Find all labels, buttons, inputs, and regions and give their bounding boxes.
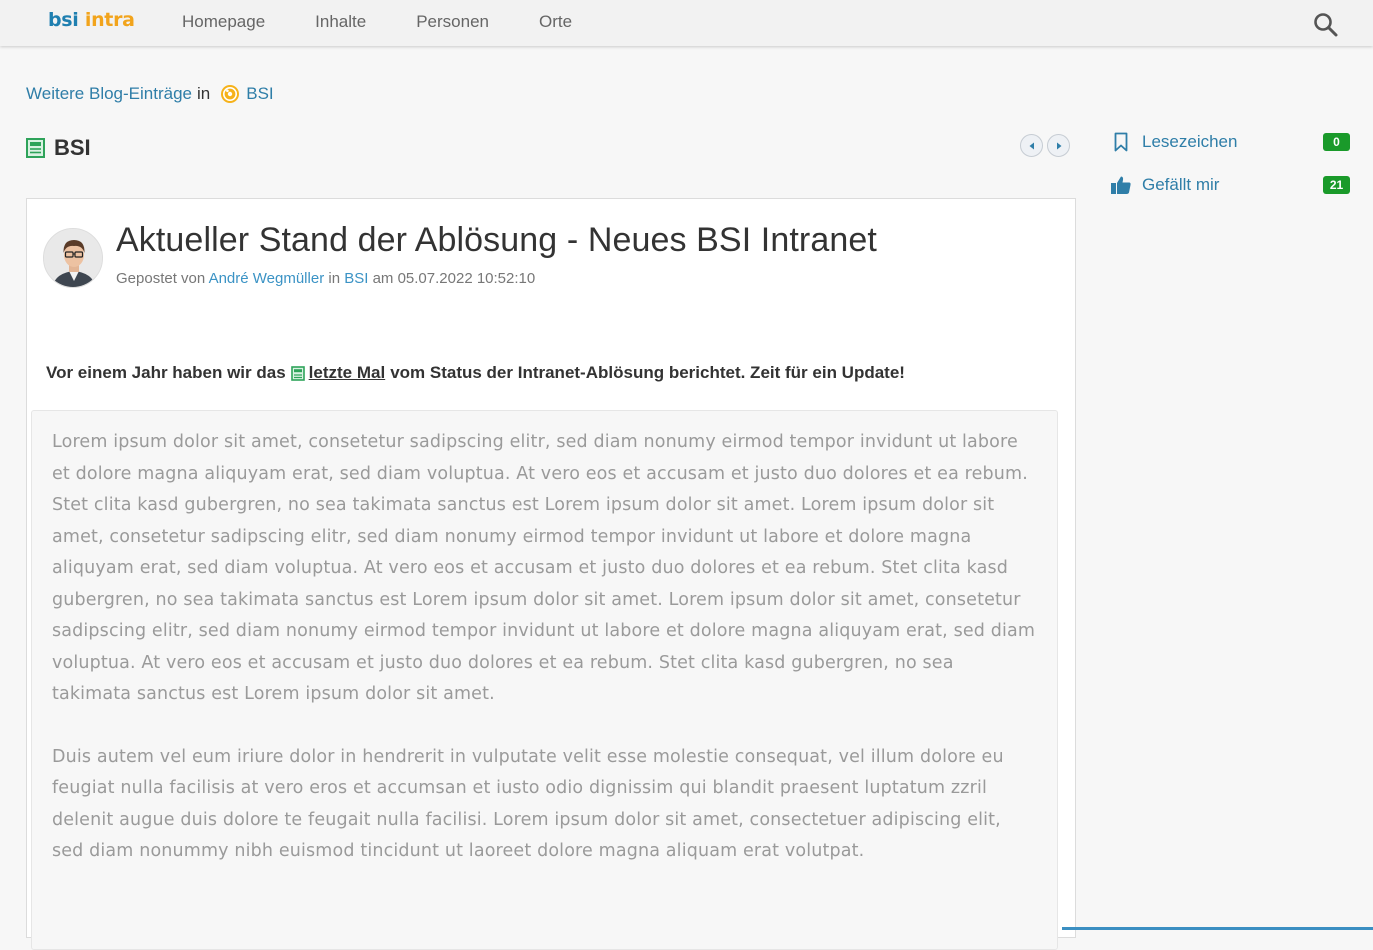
- logo-text-bsi: bsi: [48, 9, 79, 31]
- breadcrumb-blog-link[interactable]: Weitere Blog-Einträge: [26, 84, 192, 104]
- document-icon: [290, 365, 305, 381]
- breadcrumb-space-link[interactable]: BSI: [246, 84, 273, 104]
- post-date: am 05.07.2022 10:52:10: [372, 270, 536, 287]
- logo-text-intra: intra: [84, 9, 135, 31]
- meta-posted-by: Gepostet von: [116, 270, 206, 287]
- blog-post-card: Aktueller Stand der Ablösung - Neues BSI…: [26, 198, 1076, 950]
- person-portrait: [44, 229, 102, 287]
- like-count-badge: 21: [1323, 176, 1350, 194]
- space-title: BSI: [26, 135, 91, 161]
- author-link[interactable]: André Wegmüller: [209, 270, 325, 287]
- search-icon: [1314, 13, 1338, 37]
- intro-text-after: vom Status der Intranet-Ablösung bericht…: [390, 363, 905, 382]
- author-avatar[interactable]: [43, 228, 103, 288]
- nav-inhalte[interactable]: Inhalte: [315, 12, 366, 32]
- like-action[interactable]: Gefällt mir 21: [1110, 172, 1350, 198]
- post-title: Aktueller Stand der Ablösung - Neues BSI…: [116, 221, 877, 259]
- search-button[interactable]: [1312, 11, 1340, 39]
- post-intro: Vor einem Jahr haben wir das letzte Mal …: [46, 363, 905, 383]
- main-nav: Homepage Inhalte Personen Orte: [182, 12, 622, 32]
- body-paragraph-2: Duis autem vel eum iriure dolor in hendr…: [52, 746, 1004, 862]
- thumbs-up-icon: [1110, 174, 1132, 196]
- document-icon: [26, 138, 45, 158]
- bookmark-action[interactable]: Lesezeichen 0: [1110, 129, 1350, 155]
- nav-homepage[interactable]: Homepage: [182, 12, 265, 32]
- arrow-right-icon: [1056, 142, 1061, 149]
- top-navigation: bsi intra Homepage Inhalte Personen Orte: [0, 0, 1373, 46]
- like-label: Gefällt mir: [1142, 175, 1220, 194]
- nav-orte[interactable]: Orte: [539, 12, 572, 32]
- bsi-intra-logo[interactable]: bsi intra: [48, 9, 135, 31]
- post-meta: Gepostet von André Wegmüller in BSI am 0…: [116, 270, 535, 287]
- post-pager: [1020, 134, 1074, 157]
- intro-text-before: Vor einem Jahr haben wir das: [46, 363, 286, 382]
- letzte-mal-link[interactable]: letzte Mal: [309, 363, 386, 383]
- arrow-left-icon: [1029, 142, 1034, 149]
- bsi-space-icon: [221, 85, 240, 103]
- breadcrumb: Weitere Blog-Einträge in BSI: [26, 84, 274, 104]
- post-body: Lorem ipsum dolor sit amet, consetetur s…: [31, 410, 1058, 950]
- breadcrumb-in: in: [197, 84, 211, 103]
- bookmark-icon: [1110, 131, 1132, 153]
- previous-post-button[interactable]: [1020, 134, 1043, 157]
- meta-in: in: [328, 270, 341, 287]
- nav-personen[interactable]: Personen: [416, 12, 489, 32]
- space-link[interactable]: BSI: [344, 270, 368, 287]
- space-title-text: BSI: [54, 135, 91, 160]
- bookmark-count-badge: 0: [1323, 133, 1350, 151]
- body-paragraph-1: Lorem ipsum dolor sit amet, consetetur s…: [52, 432, 1036, 704]
- bookmark-label: Lesezeichen: [1142, 132, 1238, 151]
- next-post-button[interactable]: [1047, 134, 1070, 157]
